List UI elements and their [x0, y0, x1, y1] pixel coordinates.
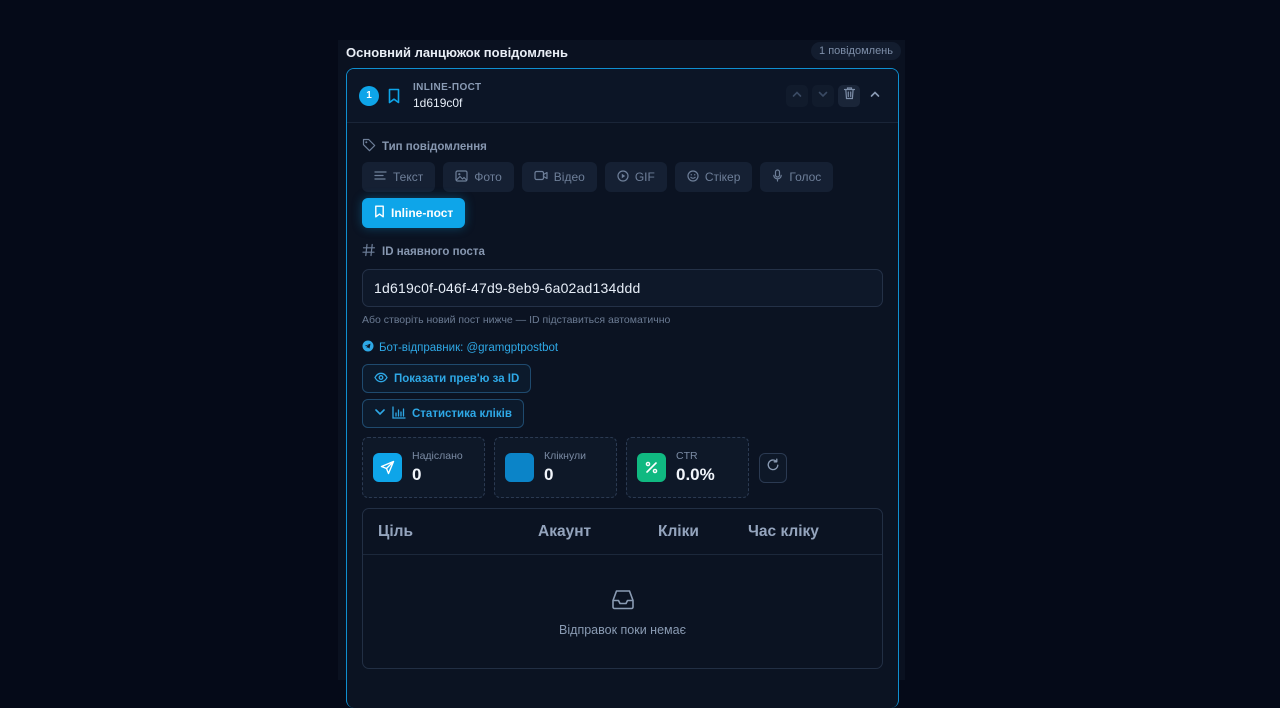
message-actions — [786, 84, 886, 107]
message-card-body: Тип повідомлення Текст Фото Відео GIF Ст… — [347, 138, 898, 669]
bookmark-icon — [387, 88, 403, 104]
chevron-up-icon — [869, 87, 881, 105]
stat-card-sent: Надіслано 0 — [362, 437, 485, 498]
post-id-input[interactable]: 1d619c0f-046f-47d9-8eb9-6a02ad134ddd — [362, 269, 883, 307]
click-stats-label: Статистика кліків — [412, 407, 512, 420]
percent-icon — [637, 453, 666, 482]
type-option-video[interactable]: Відео — [521, 162, 597, 192]
stat-label: Клікнули — [544, 450, 586, 462]
stats-row: Надіслано 0 Клікнули 0 CTR 0.0% — [362, 437, 883, 498]
microphone-icon — [772, 169, 783, 185]
eye-icon — [374, 372, 388, 386]
message-type-options-row-2: Inline-пост — [362, 198, 883, 228]
bookmark-icon — [374, 205, 385, 221]
type-option-gif[interactable]: GIF — [604, 162, 667, 192]
chevron-up-icon — [791, 87, 803, 105]
trash-icon — [843, 86, 856, 105]
telegram-icon — [362, 340, 374, 355]
smile-icon — [687, 169, 699, 185]
bar-chart-icon — [392, 405, 406, 422]
bot-sender-line: Бот-відправник: @gramgptpostbot — [362, 340, 883, 355]
post-id-label-text: ID наявного поста — [382, 245, 485, 258]
stat-label: Надіслано — [412, 450, 463, 462]
video-icon — [534, 170, 548, 184]
stat-card-ctr: CTR 0.0% — [626, 437, 749, 498]
empty-state-text: Відправок поки немає — [559, 622, 686, 637]
type-option-label: Відео — [553, 170, 585, 184]
type-option-label: Фото — [474, 170, 502, 184]
column-header-click-time[interactable]: Час кліку — [748, 523, 819, 541]
delete-button[interactable] — [838, 84, 860, 107]
type-option-inline-post[interactable]: Inline-пост — [362, 198, 466, 228]
message-short-id: 1d619c0f — [413, 95, 463, 110]
table-header: Ціль Акаунт Кліки Час кліку — [363, 509, 882, 555]
play-circle-icon — [617, 169, 629, 185]
section-title: Основний ланцюжок повідомлень — [346, 44, 568, 60]
message-type-label: INLINE-ПОСТ — [413, 81, 482, 93]
message-type-options: Текст Фото Відео GIF Стікер Голос — [362, 162, 883, 192]
message-card: 1 INLINE-ПОСТ 1d619c0f Тип повідомлення … — [346, 68, 899, 708]
clicks-table: Ціль Акаунт Кліки Час кліку Відправок по… — [362, 508, 883, 669]
stat-label: CTR — [676, 450, 698, 462]
message-card-header[interactable]: 1 INLINE-ПОСТ 1d619c0f — [347, 69, 898, 123]
type-selector-label-text: Тип повідомлення — [382, 140, 487, 153]
message-chain-panel: Основний ланцюжок повідомлень 1 повідомл… — [338, 40, 905, 708]
column-header-target[interactable]: Ціль — [378, 523, 413, 541]
chevron-down-icon — [817, 87, 829, 105]
type-option-text[interactable]: Текст — [362, 162, 436, 192]
inbox-icon — [611, 588, 635, 615]
tag-icon — [362, 138, 376, 155]
stat-value: 0 — [544, 465, 554, 484]
refresh-icon — [766, 458, 780, 477]
hash-icon — [362, 243, 376, 260]
message-heading: INLINE-ПОСТ 1d619c0f — [413, 82, 482, 110]
cursor-icon — [505, 453, 534, 482]
type-option-photo[interactable]: Фото — [443, 162, 514, 192]
move-up-button[interactable] — [786, 84, 808, 107]
type-selector-label: Тип повідомлення — [362, 138, 883, 155]
empty-state: Відправок поки немає — [363, 555, 882, 668]
type-option-label: Голос — [789, 170, 822, 184]
refresh-stats-button[interactable] — [759, 452, 787, 483]
section-header: Основний ланцюжок повідомлень 1 повідомл… — [346, 40, 901, 62]
type-option-label: Текст — [393, 170, 424, 184]
stat-card-clicked: Клікнули 0 — [494, 437, 617, 498]
column-header-clicks[interactable]: Кліки — [658, 523, 699, 541]
image-icon — [455, 169, 468, 185]
type-option-label: Inline-пост — [391, 206, 454, 220]
stat-value: 0.0% — [676, 465, 715, 484]
show-preview-label: Показати прев'ю за ID — [394, 372, 520, 385]
column-header-account[interactable]: Акаунт — [538, 523, 591, 541]
step-number-badge: 1 — [359, 85, 379, 106]
type-option-label: Стікер — [704, 170, 741, 184]
stat-value: 0 — [412, 465, 422, 484]
show-preview-button[interactable]: Показати прев'ю за ID — [362, 364, 532, 393]
type-option-sticker[interactable]: Стікер — [674, 162, 753, 192]
move-down-button[interactable] — [812, 84, 834, 107]
click-stats-toggle-button[interactable]: Статистика кліків — [362, 399, 524, 428]
bot-sender-text: Бот-відправник: @gramgptpostbot — [379, 341, 559, 354]
post-id-hint: Або створіть новий пост нижче — ID підст… — [362, 314, 671, 326]
text-lines-icon — [374, 170, 387, 184]
chevron-down-icon — [374, 406, 386, 421]
post-id-label: ID наявного поста — [362, 243, 883, 260]
send-icon — [373, 453, 402, 482]
type-option-label: GIF — [634, 170, 655, 184]
type-option-voice[interactable]: Голос — [760, 162, 834, 192]
collapse-button[interactable] — [864, 85, 886, 107]
message-count-badge: 1 повідомлень — [811, 42, 901, 60]
